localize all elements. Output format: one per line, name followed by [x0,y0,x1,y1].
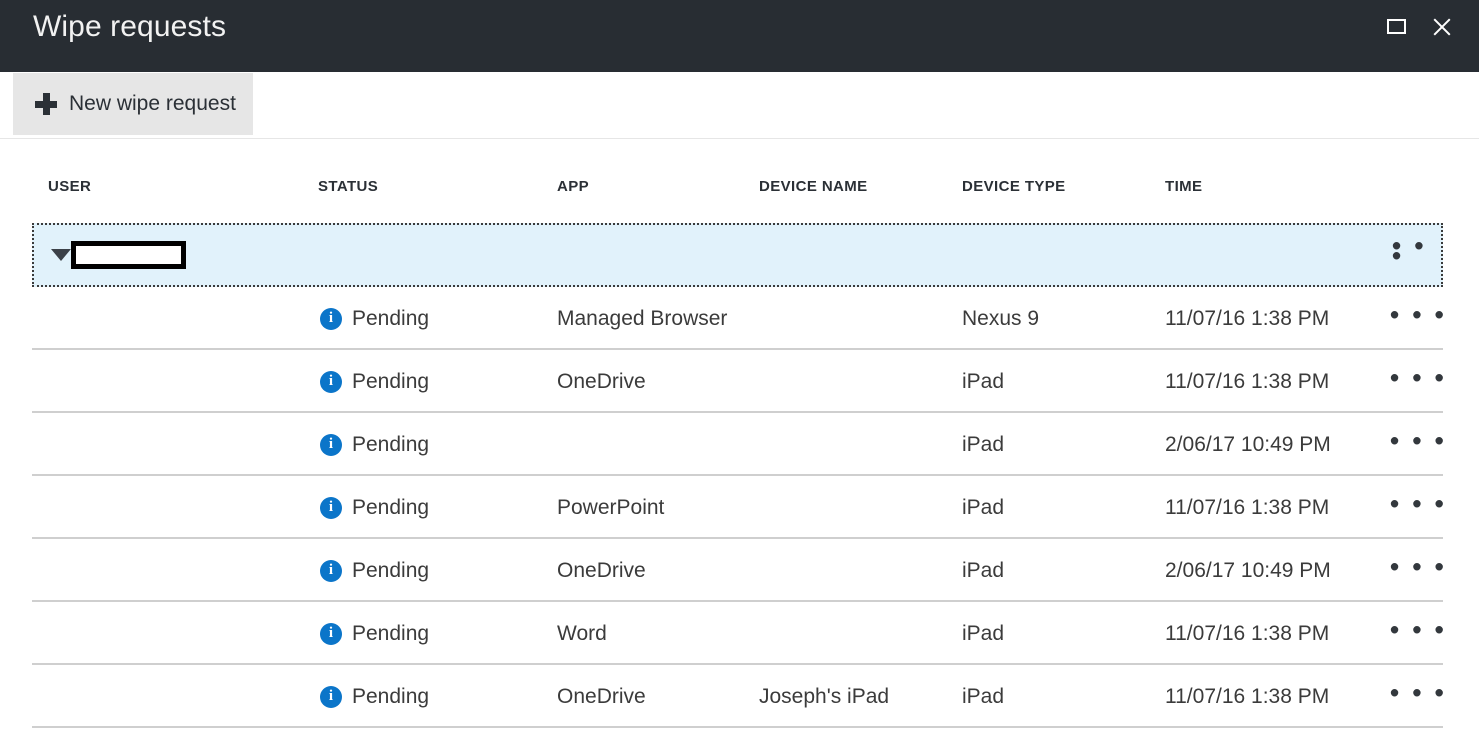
cell-app: Word [557,622,607,646]
column-header-app[interactable]: APP [557,178,589,195]
cell-status: Pending [352,496,429,520]
window-titlebar: Wipe requests [0,0,1479,72]
cell-status: Pending [352,433,429,457]
row-context-menu-button[interactable]: • • • [1390,372,1447,391]
info-glyph: i [329,689,333,704]
ellipsis-icon: • • • [1390,309,1447,319]
cell-device-type: iPad [962,685,1004,709]
cell-time: 11/07/16 1:38 PM [1165,370,1329,394]
row-context-menu-button[interactable]: • • • [1390,309,1447,328]
new-wipe-request-label: New wipe request [69,92,236,116]
ellipsis-icon: • • • [1390,372,1447,382]
info-icon: i [320,623,342,645]
user-name-redaction-box [71,241,186,269]
table-header-row: USER STATUS APP DEVICE NAME DEVICE TYPE … [0,139,1479,223]
table-row[interactable]: i Pending OneDrive iPad 11/07/16 1:38 PM… [0,350,1479,413]
window-controls [1373,6,1465,46]
row-context-menu-button[interactable]: • • • [1390,624,1447,643]
ellipsis-icon: • • • [1390,687,1447,697]
cell-app: Managed Browser [557,307,727,331]
info-glyph: i [329,374,333,389]
close-icon [1432,16,1452,36]
cell-status: Pending [352,307,429,331]
info-icon: i [320,371,342,393]
row-context-menu-button[interactable]: • • • [1390,561,1447,580]
info-glyph: i [329,311,333,326]
cell-device-type: Nexus 9 [962,307,1039,331]
cell-status: Pending [352,622,429,646]
info-glyph: i [329,437,333,452]
table-row[interactable]: i Pending PowerPoint iPad 11/07/16 1:38 … [0,476,1479,539]
cell-time: 11/07/16 1:38 PM [1165,622,1329,646]
plus-icon [35,93,57,115]
column-header-time[interactable]: TIME [1165,178,1202,195]
cell-time: 11/07/16 1:38 PM [1165,685,1329,709]
table-row[interactable]: i Pending OneDrive Joseph's iPad iPad 11… [0,665,1479,728]
cell-time: 11/07/16 1:38 PM [1165,496,1329,520]
info-icon: i [320,686,342,708]
column-header-user[interactable]: USER [48,178,91,195]
ellipsis-icon: • • • [1390,624,1447,634]
info-glyph: i [329,500,333,515]
table-row[interactable]: i Pending OneDrive iPad 2/06/17 10:49 PM… [0,539,1479,602]
table-row[interactable]: i Pending Word iPad 11/07/16 1:38 PM • •… [0,602,1479,665]
table-row[interactable]: i Pending Managed Browser Nexus 9 11/07/… [0,287,1479,350]
info-glyph: i [329,563,333,578]
wipe-requests-table: USER STATUS APP DEVICE NAME DEVICE TYPE … [0,139,1479,728]
cell-time: 11/07/16 1:38 PM [1165,307,1329,331]
cell-device-name: Joseph's iPad [759,685,889,709]
cell-status: Pending [352,559,429,583]
info-glyph: i [329,626,333,641]
cell-device-type: iPad [962,622,1004,646]
info-icon: i [320,434,342,456]
column-header-device-name[interactable]: DEVICE NAME [759,178,868,195]
ellipsis-icon: • • • [1390,435,1447,445]
cell-app: OneDrive [557,685,646,709]
cell-status: Pending [352,370,429,394]
column-header-status[interactable]: STATUS [318,178,378,195]
new-wipe-request-button[interactable]: New wipe request [13,73,253,135]
cell-time: 2/06/17 10:49 PM [1165,433,1331,457]
chevron-down-icon[interactable] [51,249,71,261]
row-context-menu-button[interactable]: • • • [1390,435,1447,454]
cell-app: OneDrive [557,559,646,583]
command-bar: New wipe request [0,72,1479,139]
page-title: Wipe requests [33,5,226,49]
row-context-menu-button[interactable]: • • • [1390,687,1447,706]
cell-device-type: iPad [962,559,1004,583]
restore-icon [1387,19,1406,34]
cell-device-type: iPad [962,370,1004,394]
cell-app: PowerPoint [557,496,664,520]
ellipsis-icon: • • • [1392,241,1441,261]
row-context-menu-button[interactable]: • • • [1392,241,1441,270]
cell-status: Pending [352,685,429,709]
cell-device-type: iPad [962,433,1004,457]
row-separator [32,726,1443,728]
info-icon: i [320,308,342,330]
row-context-menu-button[interactable]: • • • [1390,498,1447,517]
info-icon: i [320,560,342,582]
ellipsis-icon: • • • [1390,561,1447,571]
cell-app: OneDrive [557,370,646,394]
cell-device-type: iPad [962,496,1004,520]
table-group-row-selected[interactable]: • • • [32,223,1443,287]
info-icon: i [320,497,342,519]
ellipsis-icon: • • • [1390,498,1447,508]
cell-time: 2/06/17 10:49 PM [1165,559,1331,583]
restore-button[interactable] [1373,6,1419,46]
close-button[interactable] [1419,6,1465,46]
column-header-device-type[interactable]: DEVICE TYPE [962,178,1066,195]
table-row[interactable]: i Pending iPad 2/06/17 10:49 PM • • • [0,413,1479,476]
